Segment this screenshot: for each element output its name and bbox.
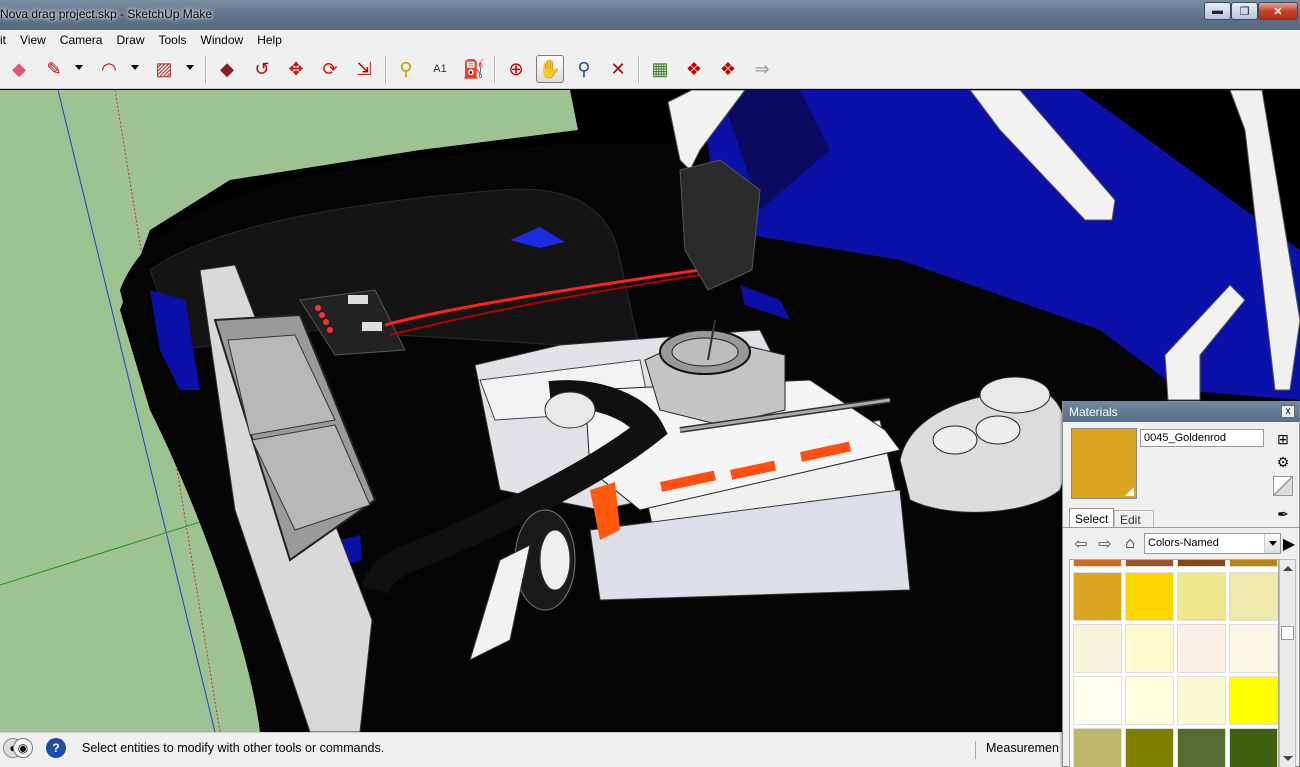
toolbar-separator xyxy=(638,56,640,84)
material-swatch[interactable] xyxy=(1229,728,1278,767)
menu-edit[interactable]: it xyxy=(0,33,13,47)
current-material-swatch[interactable] xyxy=(1071,428,1137,499)
material-swatch[interactable] xyxy=(1229,560,1278,567)
help-icon[interactable]: ? xyxy=(46,738,66,758)
status-message: Select entities to modify with other too… xyxy=(82,741,385,755)
orbit-icon[interactable]: ⊕ xyxy=(502,55,530,83)
move-icon[interactable]: ✥ xyxy=(282,55,310,83)
material-swatch[interactable] xyxy=(1073,572,1122,621)
material-swatch[interactable] xyxy=(1177,624,1226,673)
3d-warehouse-icon[interactable]: ❖ xyxy=(680,55,708,83)
material-swatch[interactable] xyxy=(1073,624,1122,673)
menu-tools[interactable]: Tools xyxy=(152,33,194,47)
material-swatch[interactable] xyxy=(1125,560,1174,567)
material-swatch[interactable] xyxy=(1177,676,1226,725)
chevron-down-icon[interactable] xyxy=(1264,534,1280,553)
scroll-up-icon[interactable] xyxy=(1283,566,1293,571)
material-swatch[interactable] xyxy=(1177,572,1226,621)
share-component-icon[interactable]: ⇒ xyxy=(748,55,776,83)
zoom-icon[interactable]: ⚲ xyxy=(570,55,598,83)
menu-bar: it View Camera Draw Tools Window Help xyxy=(0,30,1300,50)
share-model-icon[interactable]: ❖ xyxy=(714,55,742,83)
minimize-button[interactable]: ▬ xyxy=(1204,2,1231,20)
tab-divider xyxy=(1063,527,1299,528)
menu-window[interactable]: Window xyxy=(194,33,251,47)
eraser-icon[interactable]: ◆ xyxy=(5,55,33,83)
toolbar-separator xyxy=(205,56,207,84)
push-pull-icon[interactable]: ◆ xyxy=(213,55,241,83)
materials-panel: Materials x ⊞ ⚙ ✒ Select Edit ⇦ ⇨ ⌂ Colo… xyxy=(1062,401,1300,767)
tab-select[interactable]: Select xyxy=(1069,508,1114,528)
materials-header[interactable]: Materials x xyxy=(1063,402,1299,422)
default-material-icon[interactable] xyxy=(1273,476,1293,496)
dropdown-caret-icon[interactable] xyxy=(186,65,194,70)
library-nav: ⇦ ⇨ ⌂ Colors-Named ▶ xyxy=(1063,532,1299,556)
swatch-scrollbar[interactable] xyxy=(1279,559,1296,767)
material-swatch[interactable] xyxy=(1177,728,1226,767)
scroll-down-icon[interactable] xyxy=(1283,756,1293,761)
tape-measure-icon[interactable]: ⚲ xyxy=(392,55,420,83)
materials-title: Materials xyxy=(1069,405,1118,419)
home-icon[interactable]: ⌂ xyxy=(1120,534,1140,554)
window-title: Nova drag project.skp - SketchUp Make xyxy=(0,7,213,21)
pan-icon[interactable]: ✋ xyxy=(536,55,564,83)
toolbar-separator xyxy=(494,56,496,84)
zoom-extents-icon[interactable]: ✕ xyxy=(604,55,632,83)
library-selected: Colors-Named xyxy=(1148,537,1219,549)
follow-me-icon[interactable]: ↺ xyxy=(248,55,276,83)
toolbar-separator xyxy=(385,56,387,84)
sample-paint-icon[interactable]: ⚙ xyxy=(1273,452,1293,472)
scroll-thumb[interactable] xyxy=(1281,626,1294,640)
add-location-icon[interactable]: ▦ xyxy=(646,55,674,83)
material-swatch[interactable] xyxy=(1229,676,1278,725)
menu-help[interactable]: Help xyxy=(250,33,289,47)
material-swatch[interactable] xyxy=(1229,572,1278,621)
material-swatch[interactable] xyxy=(1073,560,1122,567)
material-swatch[interactable] xyxy=(1125,624,1174,673)
library-dropdown[interactable]: Colors-Named xyxy=(1144,533,1281,554)
material-swatch[interactable] xyxy=(1125,728,1174,767)
dropdown-caret-icon[interactable] xyxy=(75,65,83,70)
material-swatch[interactable] xyxy=(1229,624,1278,673)
material-name-field[interactable] xyxy=(1140,429,1264,447)
materials-close-button[interactable]: x xyxy=(1281,405,1295,418)
measurements-label: Measuremen xyxy=(975,741,1059,759)
maximize-button[interactable]: ❐ xyxy=(1231,2,1258,20)
rectangle-icon[interactable]: ▨ xyxy=(150,55,178,83)
menu-draw[interactable]: Draw xyxy=(109,33,151,47)
material-swatch[interactable] xyxy=(1073,676,1122,725)
material-swatch[interactable] xyxy=(1125,572,1174,621)
scale-icon[interactable]: ⇲ xyxy=(350,55,378,83)
title-bar: Nova drag project.skp - SketchUp Make ▬ … xyxy=(0,0,1300,30)
text-icon[interactable]: A1 xyxy=(426,55,454,83)
material-swatch[interactable] xyxy=(1125,676,1174,725)
create-material-icon[interactable]: ⊞ xyxy=(1273,429,1293,449)
material-swatch[interactable] xyxy=(1177,560,1226,567)
menu-camera[interactable]: Camera xyxy=(53,33,110,47)
material-swatch[interactable] xyxy=(1073,728,1122,767)
menu-view[interactable]: View xyxy=(13,33,53,47)
tab-edit[interactable]: Edit xyxy=(1114,510,1154,528)
toolbar: ◆ ✎ ◠ ▨ ◆ ↺ ✥ ⟳ ⇲ ⚲ A1 ⛽ ⊕ ✋ ⚲ ✕ ▦ ❖ ❖ ⇒ xyxy=(0,50,1300,89)
dropdown-caret-icon[interactable] xyxy=(131,65,139,70)
rotate-icon[interactable]: ⟳ xyxy=(316,55,344,83)
eyedropper-icon[interactable]: ✒ xyxy=(1273,504,1293,524)
forward-arrow-icon[interactable]: ⇨ xyxy=(1095,534,1115,554)
details-arrow-icon[interactable]: ▶ xyxy=(1279,534,1299,554)
material-swatch-grid xyxy=(1069,559,1279,767)
pencil-icon[interactable]: ✎ xyxy=(40,55,68,83)
user-account-icon[interactable]: ◉ xyxy=(13,738,33,758)
back-arrow-icon[interactable]: ⇦ xyxy=(1071,534,1091,554)
close-button[interactable]: ✕ xyxy=(1258,2,1298,20)
arc-icon[interactable]: ◠ xyxy=(95,55,123,83)
paint-bucket-icon[interactable]: ⛽ xyxy=(460,55,488,83)
